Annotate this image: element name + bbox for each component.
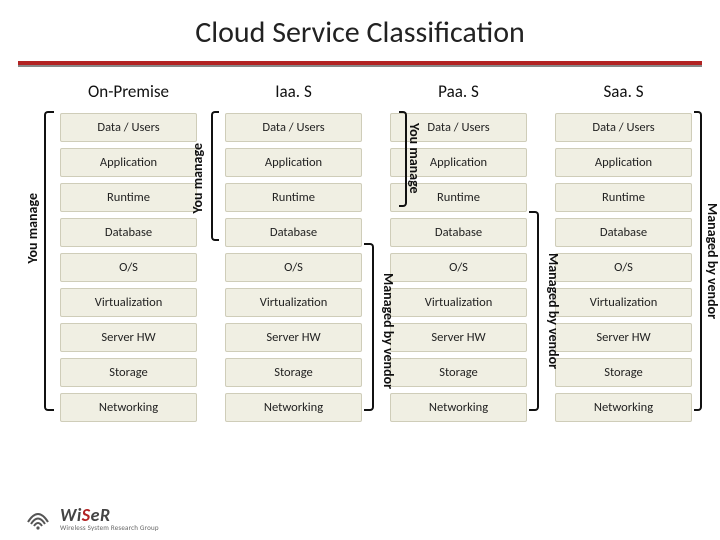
layer-cell: Database bbox=[555, 218, 692, 247]
layer-cell: Database bbox=[390, 218, 527, 247]
layer-stack: Data / Users Application Runtime Database O/… bbox=[60, 113, 197, 422]
layer-cell: Server HW bbox=[390, 323, 527, 352]
layer-cell: Virtualization bbox=[225, 288, 362, 317]
layer-cell: Networking bbox=[555, 393, 692, 422]
layer-cell: Networking bbox=[60, 393, 197, 422]
layer-stack: Data / Users Application Runtime Database O/… bbox=[225, 113, 362, 422]
label-iaas-you: You manage bbox=[189, 143, 206, 214]
layer-cell: Application bbox=[225, 148, 362, 177]
layer-cell: Application bbox=[555, 148, 692, 177]
layer-cell: Networking bbox=[225, 393, 362, 422]
layer-cell: O/S bbox=[225, 253, 362, 282]
layer-cell: Runtime bbox=[555, 183, 692, 212]
bracket-paas-vendor bbox=[529, 211, 539, 411]
layer-cell: Server HW bbox=[60, 323, 197, 352]
bracket-iaas-you bbox=[211, 111, 219, 241]
label-iaas-vendor: Managed by vendor bbox=[380, 273, 397, 389]
footer-brand: WiSeR bbox=[60, 506, 159, 524]
layer-cell: Storage bbox=[555, 358, 692, 387]
layer-cell: Storage bbox=[60, 358, 197, 387]
layer-cell: Data / Users bbox=[225, 113, 362, 142]
page-title: Cloud Service Classification bbox=[0, 0, 720, 61]
bracket-saas-vendor bbox=[694, 111, 702, 411]
layer-cell: Data / Users bbox=[555, 113, 692, 142]
layer-cell: Runtime bbox=[225, 183, 362, 212]
layer-cell: Server HW bbox=[225, 323, 362, 352]
model-title: Saa. S bbox=[603, 81, 643, 105]
model-column: Saa. SData / UsersApplicationRuntimeData… bbox=[555, 81, 692, 422]
layer-cell: Runtime bbox=[60, 183, 197, 212]
wifi-icon bbox=[24, 504, 52, 532]
footer-logo: WiSeR Wireless System Research Group bbox=[24, 504, 159, 532]
model-title: On-Premise bbox=[88, 81, 169, 105]
label-paas-you: You manage bbox=[406, 123, 423, 194]
bracket-onprem-you bbox=[44, 111, 54, 411]
layer-cell: Database bbox=[60, 218, 197, 247]
layer-cell: Database bbox=[225, 218, 362, 247]
title-underline bbox=[18, 61, 702, 65]
classification-chart: On-Premise Data / Users Application Runtime… bbox=[0, 73, 720, 422]
layer-cell: Virtualization bbox=[390, 288, 527, 317]
model-title: Iaa. S bbox=[275, 81, 312, 105]
layer-cell: Application bbox=[60, 148, 197, 177]
layer-cell: Data / Users bbox=[60, 113, 197, 142]
layer-cell: Server HW bbox=[555, 323, 692, 352]
layer-cell: O/S bbox=[555, 253, 692, 282]
layer-cell: Networking bbox=[390, 393, 527, 422]
model-title: Paa. S bbox=[438, 81, 479, 105]
layer-cell: Virtualization bbox=[555, 288, 692, 317]
model-column: Iaa. SData / UsersApplicationRuntimeData… bbox=[225, 81, 362, 422]
layer-cell: O/S bbox=[390, 253, 527, 282]
bracket-iaas-vendor bbox=[364, 243, 374, 411]
layer-stack: Data / Users Application Runtime Database O/… bbox=[555, 113, 692, 422]
layer-cell: Storage bbox=[390, 358, 527, 387]
footer-subtitle: Wireless System Research Group bbox=[60, 524, 159, 531]
label-paas-vendor: Managed by vendor bbox=[545, 253, 562, 369]
label-onprem-you: You manage bbox=[24, 193, 41, 264]
label-saas-vendor: Managed by vendor bbox=[704, 203, 720, 319]
layer-cell: Virtualization bbox=[60, 288, 197, 317]
model-column: On-Premise Data / Users Application Runtime… bbox=[60, 81, 197, 422]
layer-cell: Storage bbox=[225, 358, 362, 387]
layer-cell: O/S bbox=[60, 253, 197, 282]
